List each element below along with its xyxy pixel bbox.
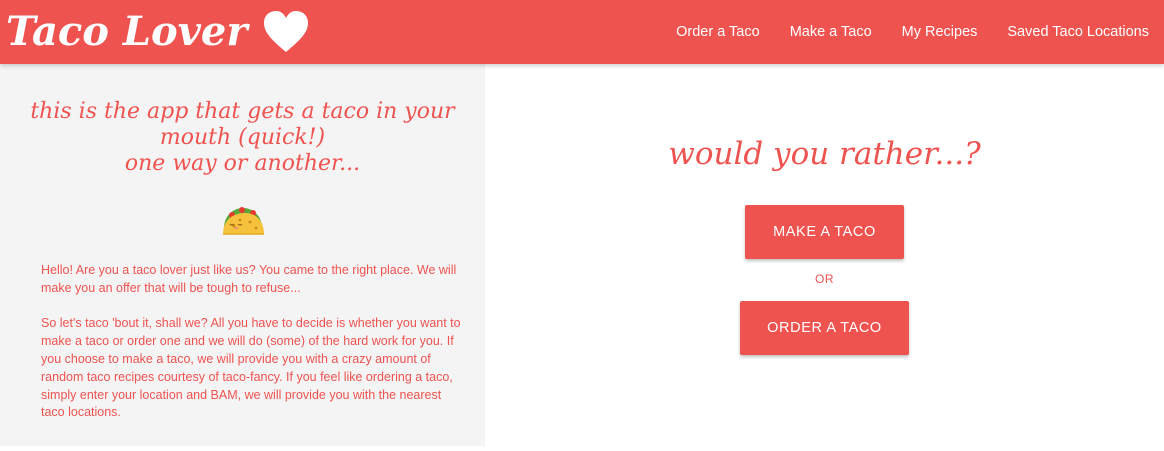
nav-links: Order a Taco Make a Taco My Recipes Save… — [661, 0, 1164, 64]
choice-question: would you rather...? — [668, 136, 981, 172]
tagline-line-3: one way or another... — [124, 151, 361, 176]
intro-panel: this is the app that gets a taco in your… — [0, 64, 485, 446]
heart-icon — [264, 11, 309, 52]
taco-icon — [223, 207, 264, 235]
intro-text: Hello! Are you a taco lover just like us… — [41, 262, 466, 440]
nav-link-my-recipes[interactable]: My Recipes — [887, 0, 993, 64]
intro-paragraph-2: So let's taco 'bout it, shall we? All yo… — [41, 316, 461, 420]
order-a-taco-button[interactable]: ORDER A TACO — [740, 301, 909, 355]
tagline-line-1: this is the app that gets a taco in your — [30, 99, 455, 124]
tagline-line-2: mouth (quick!) — [159, 125, 326, 150]
intro-paragraph-1: Hello! Are you a taco lover just like us… — [41, 263, 457, 295]
nav-link-make-a-taco[interactable]: Make a Taco — [775, 0, 887, 64]
or-label: OR — [815, 272, 834, 286]
choice-panel: would you rather...? MAKE A TACO OR ORDE… — [485, 64, 1164, 451]
make-a-taco-button[interactable]: MAKE A TACO — [745, 205, 904, 259]
brand-title: Taco Lover — [6, 8, 248, 55]
nav-link-order-a-taco[interactable]: Order a Taco — [661, 0, 775, 64]
brand-logo-link[interactable]: Taco Lover — [6, 2, 309, 62]
nav-link-saved-taco-locations[interactable]: Saved Taco Locations — [992, 0, 1164, 64]
top-navbar: Taco Lover Order a Taco Make a Taco My R… — [0, 0, 1164, 64]
tagline: this is the app that gets a taco in your… — [0, 99, 485, 177]
